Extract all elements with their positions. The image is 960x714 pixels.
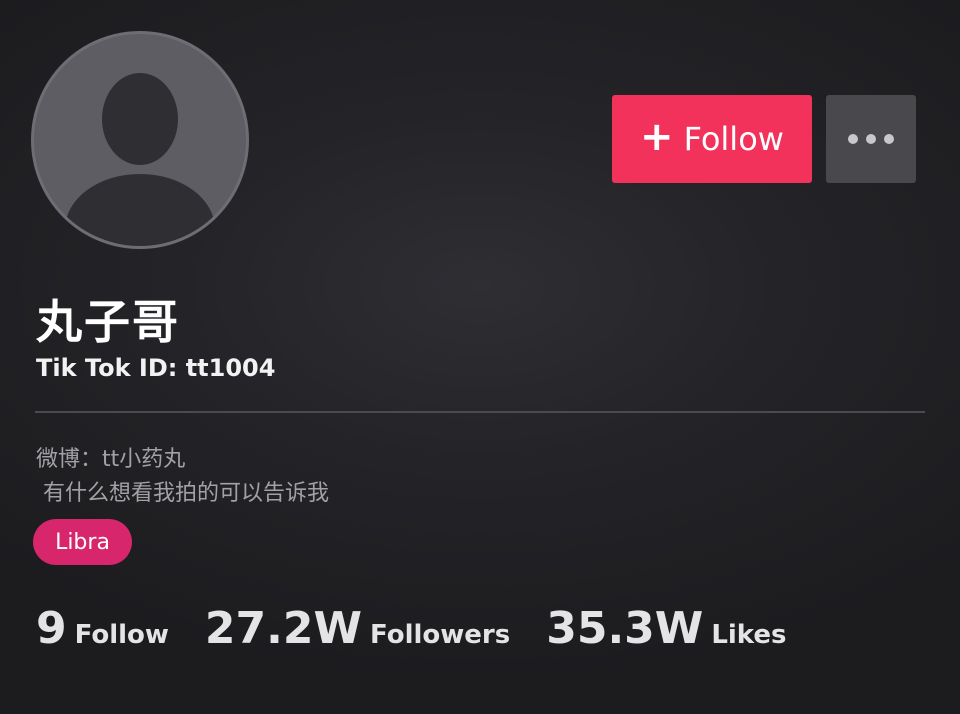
stat-likes-label: Likes <box>711 620 787 650</box>
bio-line-weibo: 微博：tt小药丸 <box>36 447 186 472</box>
stat-following[interactable]: 9 Follow <box>36 603 169 654</box>
stat-likes[interactable]: 35.3W Likes <box>546 603 786 654</box>
more-options-button[interactable] <box>826 95 916 183</box>
plus-icon: + <box>640 114 674 160</box>
divider <box>35 411 925 413</box>
stat-followers-value: 27.2W <box>204 603 362 654</box>
zodiac-badge: Libra <box>33 519 132 565</box>
stat-followers-label: Followers <box>370 620 511 650</box>
avatar[interactable] <box>31 31 249 249</box>
display-name: 丸子哥 <box>36 295 180 349</box>
stat-following-value: 9 <box>36 603 67 654</box>
stat-following-label: Follow <box>74 620 169 650</box>
stat-likes-value: 35.3W <box>546 603 704 654</box>
tiktok-id: Tik Tok ID: tt1004 <box>36 354 276 382</box>
bio-line-message: 有什么想看我拍的可以告诉我 <box>36 481 329 506</box>
profile-stats: 9 Follow 27.2W Followers 35.3W Likes <box>36 603 823 654</box>
default-avatar-icon <box>65 73 215 246</box>
follow-button[interactable]: + Follow <box>612 95 812 183</box>
follow-button-label: Follow <box>683 120 784 158</box>
stat-followers[interactable]: 27.2W Followers <box>205 603 510 654</box>
more-horizontal-icon <box>848 134 894 144</box>
